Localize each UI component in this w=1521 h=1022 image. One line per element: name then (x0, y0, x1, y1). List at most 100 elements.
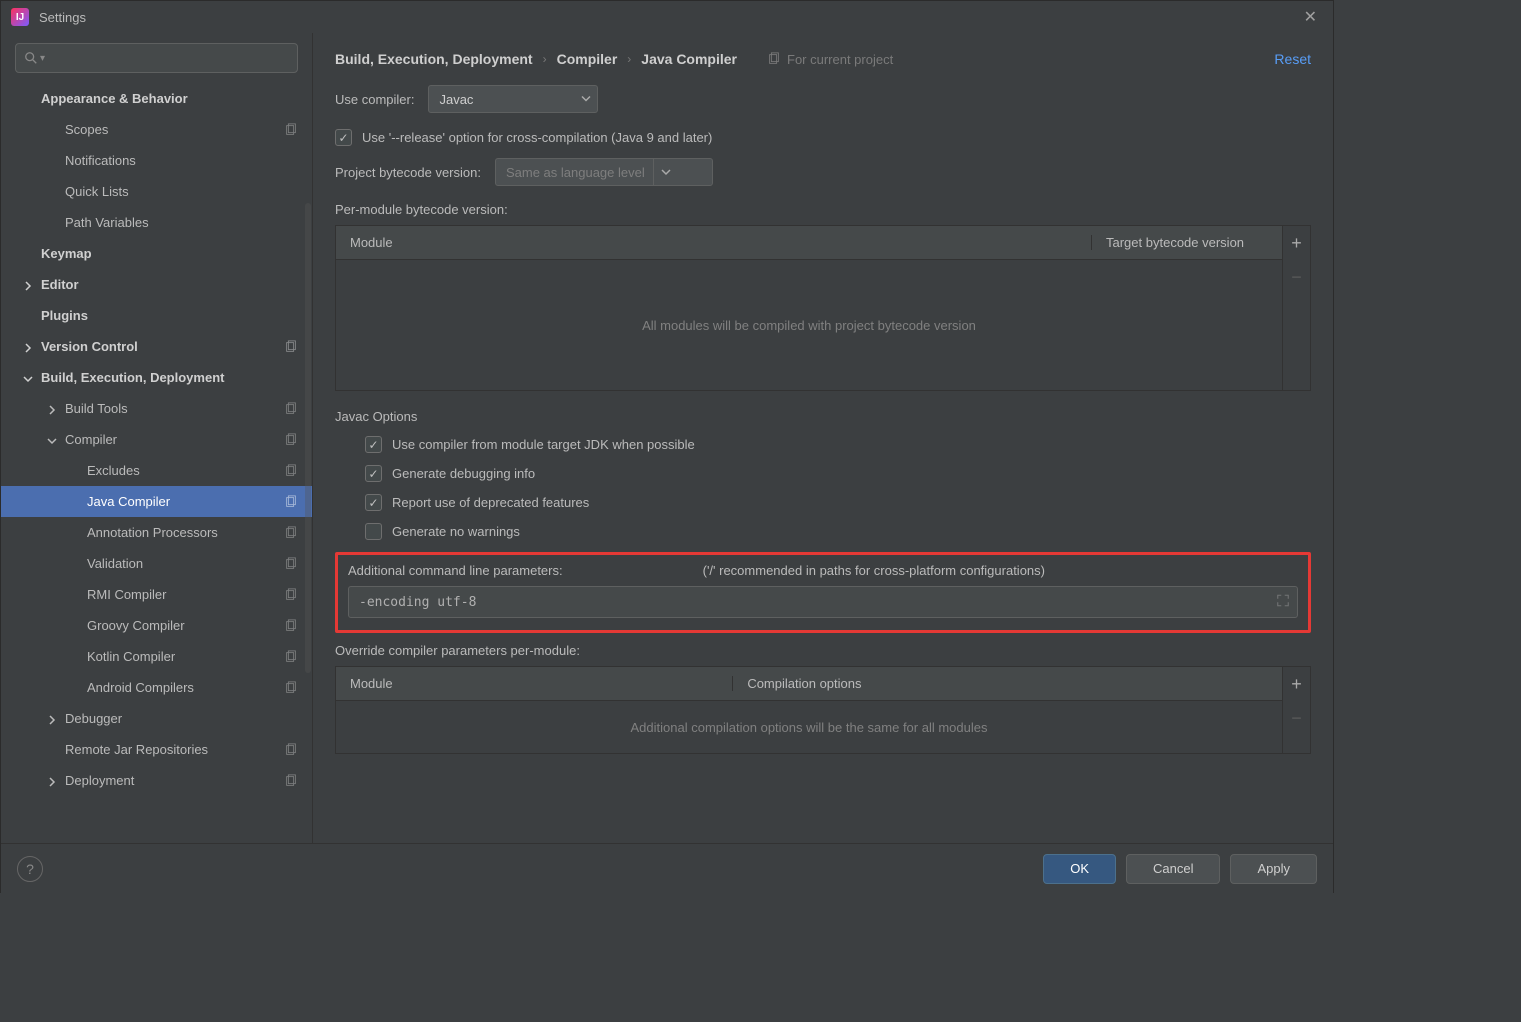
cmdline-highlight: Additional command line parameters: ('/'… (335, 552, 1311, 633)
window-title: Settings (39, 10, 86, 25)
sidebar-item-version-control[interactable]: Version Control (1, 331, 312, 362)
sidebar-item-appearance-behavior[interactable]: Appearance & Behavior (1, 83, 312, 114)
sidebar-item-excludes[interactable]: Excludes (1, 455, 312, 486)
project-scope-icon (284, 495, 298, 509)
sidebar-item-label: Kotlin Compiler (87, 649, 175, 664)
chevron-down-icon (23, 372, 35, 384)
sidebar-item-label: Java Compiler (87, 494, 170, 509)
sidebar-item-debugger[interactable]: Debugger (1, 703, 312, 734)
sidebar-item-label: Debugger (65, 711, 122, 726)
sidebar-item-editor[interactable]: Editor (1, 269, 312, 300)
project-scope-icon (284, 340, 298, 354)
override-label: Override compiler parameters per-module: (335, 643, 1311, 658)
chevron-right-icon (47, 713, 59, 725)
add-row-button[interactable]: + (1283, 667, 1310, 701)
remove-row-button: − (1283, 701, 1310, 735)
project-scope-icon (284, 650, 298, 664)
breadcrumb-seg: Java Compiler (641, 51, 737, 67)
sidebar-item-label: Validation (87, 556, 143, 571)
sidebar-item-build-tools[interactable]: Build Tools (1, 393, 312, 424)
sidebar-item-notifications[interactable]: Notifications (1, 145, 312, 176)
reset-link[interactable]: Reset (1274, 51, 1311, 67)
table-col-options[interactable]: Compilation options (733, 676, 1282, 691)
cmdline-input[interactable] (348, 586, 1298, 618)
chevron-right-icon: › (627, 52, 631, 66)
sidebar-item-label: Editor (41, 277, 79, 292)
sidebar-item-label: Excludes (87, 463, 140, 478)
chevron-right-icon (23, 341, 35, 353)
apply-button[interactable]: Apply (1230, 854, 1317, 884)
sidebar-item-plugins[interactable]: Plugins (1, 300, 312, 331)
table-empty-text: Additional compilation options will be t… (336, 701, 1282, 753)
chevron-down-icon[interactable] (653, 159, 679, 185)
debug-info-checkbox[interactable] (365, 465, 382, 482)
dialog-footer: ? OK Cancel Apply (1, 843, 1333, 893)
titlebar: IJ Settings ✕ (1, 1, 1333, 33)
sidebar-item-label: Scopes (65, 122, 108, 137)
settings-window: IJ Settings ✕ ▾ Appearance & Behavior Sco… (0, 0, 1334, 893)
project-bytecode-select[interactable]: Same as language level (495, 158, 713, 186)
for-current-project-label: For current project (767, 52, 893, 67)
sidebar-item-deployment[interactable]: Deployment (1, 765, 312, 796)
settings-tree: Appearance & Behavior Scopes Notifications… (1, 83, 312, 796)
table-col-module[interactable]: Module (336, 235, 1092, 250)
sidebar-item-groovy-compiler[interactable]: Groovy Compiler (1, 610, 312, 641)
table-col-module[interactable]: Module (336, 676, 733, 691)
sidebar-item-label: Quick Lists (65, 184, 129, 199)
remove-row-button: − (1283, 260, 1310, 294)
sidebar-item-keymap[interactable]: Keymap (1, 238, 312, 269)
sidebar-item-kotlin-compiler[interactable]: Kotlin Compiler (1, 641, 312, 672)
sidebar-item-scopes[interactable]: Scopes (1, 114, 312, 145)
project-scope-icon (284, 619, 298, 633)
no-warnings-checkbox[interactable] (365, 523, 382, 540)
cmdline-label: Additional command line parameters: (348, 563, 563, 578)
use-compiler-label: Use compiler: (335, 92, 414, 107)
project-scope-icon (284, 464, 298, 478)
project-scope-icon (284, 557, 298, 571)
deprecated-checkbox[interactable] (365, 494, 382, 511)
sidebar: ▾ Appearance & Behavior Scopes Notificatio… (1, 33, 313, 843)
sidebar-item-build-execution-deployment[interactable]: Build, Execution, Deployment (1, 362, 312, 393)
add-row-button[interactable]: + (1283, 226, 1310, 260)
sidebar-item-remote-jar-repositories[interactable]: Remote Jar Repositories (1, 734, 312, 765)
sidebar-item-label: Path Variables (65, 215, 149, 230)
sidebar-item-compiler[interactable]: Compiler (1, 424, 312, 455)
chevron-right-icon (23, 279, 35, 291)
release-option-checkbox[interactable] (335, 129, 352, 146)
scrollbar[interactable] (305, 203, 311, 673)
close-icon[interactable]: ✕ (1298, 5, 1323, 29)
project-scope-icon (284, 402, 298, 416)
table-empty-text: All modules will be compiled with projec… (336, 260, 1282, 390)
sidebar-item-annotation-processors[interactable]: Annotation Processors (1, 517, 312, 548)
main-panel: Build, Execution, Deployment › Compiler … (313, 33, 1333, 843)
use-compiler-select[interactable]: Javac (428, 85, 598, 113)
javac-options-heading: Javac Options (335, 409, 1311, 424)
sidebar-item-label: Version Control (41, 339, 138, 354)
sidebar-item-path-variables[interactable]: Path Variables (1, 207, 312, 238)
sidebar-item-android-compilers[interactable]: Android Compilers (1, 672, 312, 703)
project-scope-icon (284, 123, 298, 137)
chevron-right-icon: › (543, 52, 547, 66)
sidebar-item-rmi-compiler[interactable]: RMI Compiler (1, 579, 312, 610)
ok-button[interactable]: OK (1043, 854, 1116, 884)
search-input[interactable]: ▾ (15, 43, 298, 73)
sidebar-item-label: Appearance & Behavior (41, 91, 188, 106)
project-scope-icon (284, 433, 298, 447)
cancel-button[interactable]: Cancel (1126, 854, 1220, 884)
breadcrumb-seg[interactable]: Compiler (557, 51, 618, 67)
expand-icon[interactable] (1276, 594, 1290, 611)
sidebar-item-label: Build Tools (65, 401, 128, 416)
sidebar-item-java-compiler[interactable]: Java Compiler (1, 486, 312, 517)
cmdline-hint: ('/' recommended in paths for cross-plat… (703, 563, 1045, 578)
table-col-target[interactable]: Target bytecode version (1092, 235, 1282, 250)
breadcrumb-seg[interactable]: Build, Execution, Deployment (335, 51, 533, 67)
sidebar-item-label: Compiler (65, 432, 117, 447)
help-button[interactable]: ? (17, 856, 43, 882)
sidebar-item-label: Android Compilers (87, 680, 194, 695)
sidebar-item-validation[interactable]: Validation (1, 548, 312, 579)
sidebar-item-quick-lists[interactable]: Quick Lists (1, 176, 312, 207)
per-module-label: Per-module bytecode version: (335, 202, 1311, 217)
sidebar-item-label: Plugins (41, 308, 88, 323)
deprecated-label: Report use of deprecated features (392, 495, 589, 510)
target-jdk-checkbox[interactable] (365, 436, 382, 453)
